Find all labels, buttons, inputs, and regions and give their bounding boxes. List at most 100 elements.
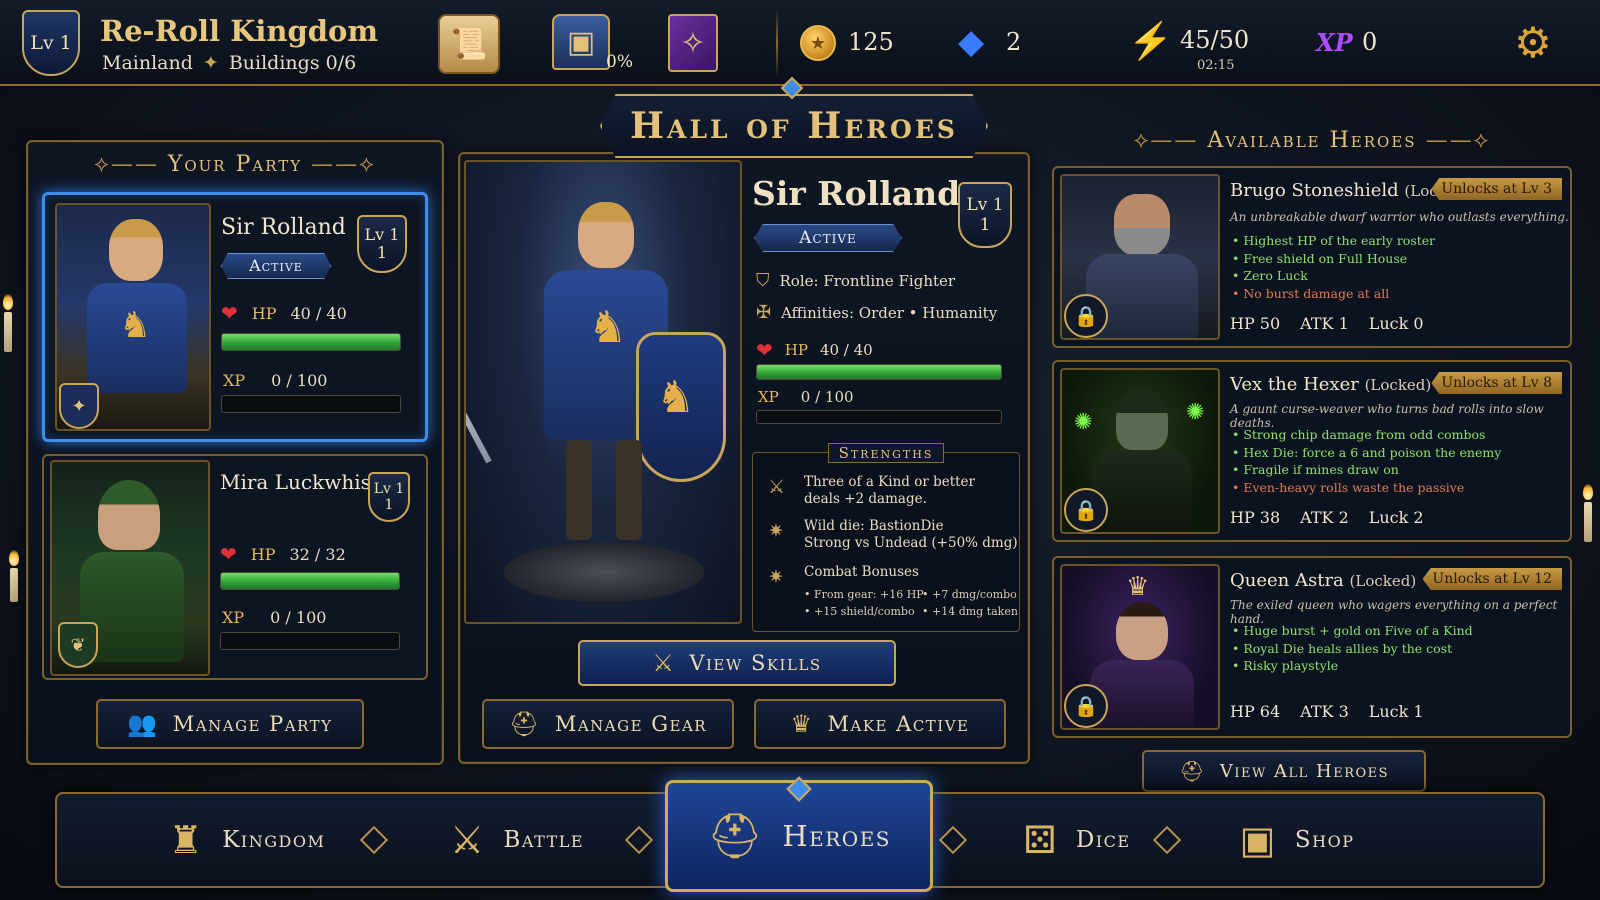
hero-head (578, 202, 634, 268)
party-member-card-mira[interactable]: ❦ Mira Luckwhisper Lv 11 ❤ HP 32 / 32 XP 0 … (42, 454, 428, 680)
divider (776, 8, 778, 78)
manage-gear-label: Manage Gear (554, 712, 708, 736)
chest-icon[interactable]: ▣ (552, 14, 610, 70)
candle-decoration (10, 568, 18, 602)
hp-row: ❤ HP 40 / 40 (221, 301, 347, 325)
role-row: ⛉ Role: Frontline Fighter (756, 270, 955, 291)
hp-row: ❤ HP 40 / 40 (756, 338, 873, 362)
sword-icon (466, 319, 492, 464)
bonus-4: • +14 dmg taken (922, 605, 1018, 618)
hero-card-vex[interactable]: ✺ ✺ 🔒 Vex the Hexer (Locked) Unlocks at … (1052, 360, 1572, 542)
combat-bonus-icon: ✷ (768, 566, 784, 588)
gear-icon[interactable]: ⚙ (1510, 20, 1556, 66)
nav-dice[interactable]: ⚄ Dice (977, 794, 1177, 886)
make-active-button[interactable]: ♛ Make Active (754, 699, 1006, 749)
hero-head (1116, 602, 1168, 660)
hp-value: 32 / 32 (289, 544, 346, 564)
green-magic-icon: ✺ (1186, 400, 1205, 425)
view-all-heroes-button[interactable]: ⛑ View All Heroes (1142, 750, 1426, 792)
xp-value: 0 / 100 (800, 388, 854, 406)
xp-label: XP (758, 388, 779, 406)
hero-traits: • Highest HP of the early roster • Free … (1232, 232, 1435, 302)
nav-kingdom-label: Kingdom (222, 827, 326, 853)
hero-full-portrait: ♞ ♞ (464, 160, 742, 624)
candle-flame (3, 294, 13, 310)
level-number: 1 (979, 215, 991, 235)
hp-value: 40 / 40 (290, 303, 347, 323)
hero-card-astra[interactable]: ♛ 🔒 Queen Astra (Locked) Unlocks at Lv 1… (1052, 556, 1572, 738)
hero-hp: HP 38 (1230, 508, 1281, 527)
hero-name: Vex the Hexer (1230, 374, 1359, 395)
xp-row: XP 0 / 100 (223, 371, 327, 390)
xp-label: XP (223, 371, 246, 390)
xp-value: 0 / 100 (271, 371, 328, 390)
strength-2-line2: Strong vs Undead (+50% dmg) (804, 535, 1018, 551)
class-shield-icon: ✦ (59, 383, 99, 429)
hp-bar (220, 572, 400, 590)
location-label: Mainland (102, 52, 193, 74)
party-header: ⟡—— Your Party ——⟡ (94, 152, 376, 177)
hero-card-brugo[interactable]: 🔒 Brugo Stoneshield (Locked) Unlocks at … (1052, 166, 1572, 348)
nav-battle[interactable]: ⚔ Battle (407, 794, 627, 886)
hall-title-banner: Hall of Heroes (600, 94, 988, 158)
lock-icon: 🔒 (1064, 488, 1108, 532)
xp-bar (220, 632, 400, 650)
nav-divider (624, 825, 654, 855)
strength-1-line2: deals +2 damage. (804, 491, 927, 507)
hall-title: Hall of Heroes (630, 105, 958, 147)
party-member-card-sir-rolland[interactable]: ♞ ✦ Sir Rolland Active Lv 11 ❤ HP 40 / 40 … (42, 192, 428, 442)
hero-name-row: Vex the Hexer (Locked) (1230, 374, 1431, 395)
nav-divider (938, 825, 968, 855)
available-heroes-title: Available Heroes (1207, 128, 1417, 153)
gem-count: 2 (1006, 28, 1022, 56)
castle-icon: ♜ (168, 818, 205, 862)
affinity-icon: ✠ (756, 302, 772, 323)
role-shield-icon: ⛉ (756, 270, 770, 291)
xp-icon: XP (1316, 28, 1353, 57)
nav-dice-label: Dice (1075, 827, 1131, 853)
xp-label: XP (222, 608, 245, 627)
manage-gear-button[interactable]: ⛑ Manage Gear (482, 699, 734, 749)
level-number: 1 (384, 497, 394, 513)
kingdom-name: Re-Roll Kingdom (100, 14, 379, 48)
hero-atk: ATK 3 (1300, 702, 1349, 721)
level-number: 1 (376, 243, 388, 262)
player-level-badge[interactable]: Lv 1 (22, 10, 80, 76)
party-title: Your Party (167, 152, 303, 177)
candle-decoration (4, 312, 12, 352)
hero-head (98, 480, 160, 550)
crown-icon: ♛ (790, 710, 814, 738)
buildings-count: Buildings 0/6 (228, 52, 357, 74)
hp-bar-fill (222, 334, 400, 350)
hero-status: (Locked) (1364, 376, 1432, 394)
nav-shop[interactable]: ▣ Shop (1197, 794, 1397, 886)
manage-party-button[interactable]: 👥 Manage Party (96, 699, 364, 749)
energy-timer: 02:15 (1197, 58, 1235, 73)
hp-label: HP (784, 341, 808, 359)
level-label: Lv 1 (966, 195, 1004, 215)
spellbook-icon[interactable]: ✧ (668, 14, 718, 72)
scroll-icon[interactable]: 📜 (438, 14, 500, 74)
xp-count: 0 (1362, 28, 1378, 56)
heart-icon: ❤ (220, 542, 237, 566)
trait-con: • No burst damage at all (1232, 285, 1390, 301)
bonus-col-1: • From gear: +16 HP • +15 shield/combo (804, 586, 924, 620)
hero-luck: Luck 0 (1368, 314, 1424, 333)
nav-battle-label: Battle (503, 827, 585, 853)
bonus-2: • +7 dmg/combo (922, 588, 1017, 601)
view-skills-button[interactable]: ⚔ View Skills (578, 640, 896, 686)
strength-1: Three of a Kind or better deals +2 damage… (804, 474, 975, 508)
strengths-title: Strengths (827, 443, 945, 463)
active-badge: Active (221, 253, 331, 279)
hero-stats: HP 64 ATK 3 Luck 1 (1230, 702, 1424, 721)
xp-bar (756, 410, 1002, 424)
nav-kingdom[interactable]: ♜ Kingdom (137, 794, 357, 886)
lightning-icon: ⚡ (1128, 21, 1173, 62)
hero-name: Brugo Stoneshield (1230, 180, 1399, 201)
hero-atk: ATK 2 (1300, 508, 1349, 527)
coin-icon: ★ (800, 25, 836, 61)
hp-label: HP (250, 544, 276, 564)
hero-traits: • Huge burst + gold on Five of a Kind • … (1232, 622, 1473, 675)
trait-pro: • Strong chip damage from odd combos (1232, 427, 1486, 442)
leaf-crest-icon: ❦ (58, 622, 98, 668)
